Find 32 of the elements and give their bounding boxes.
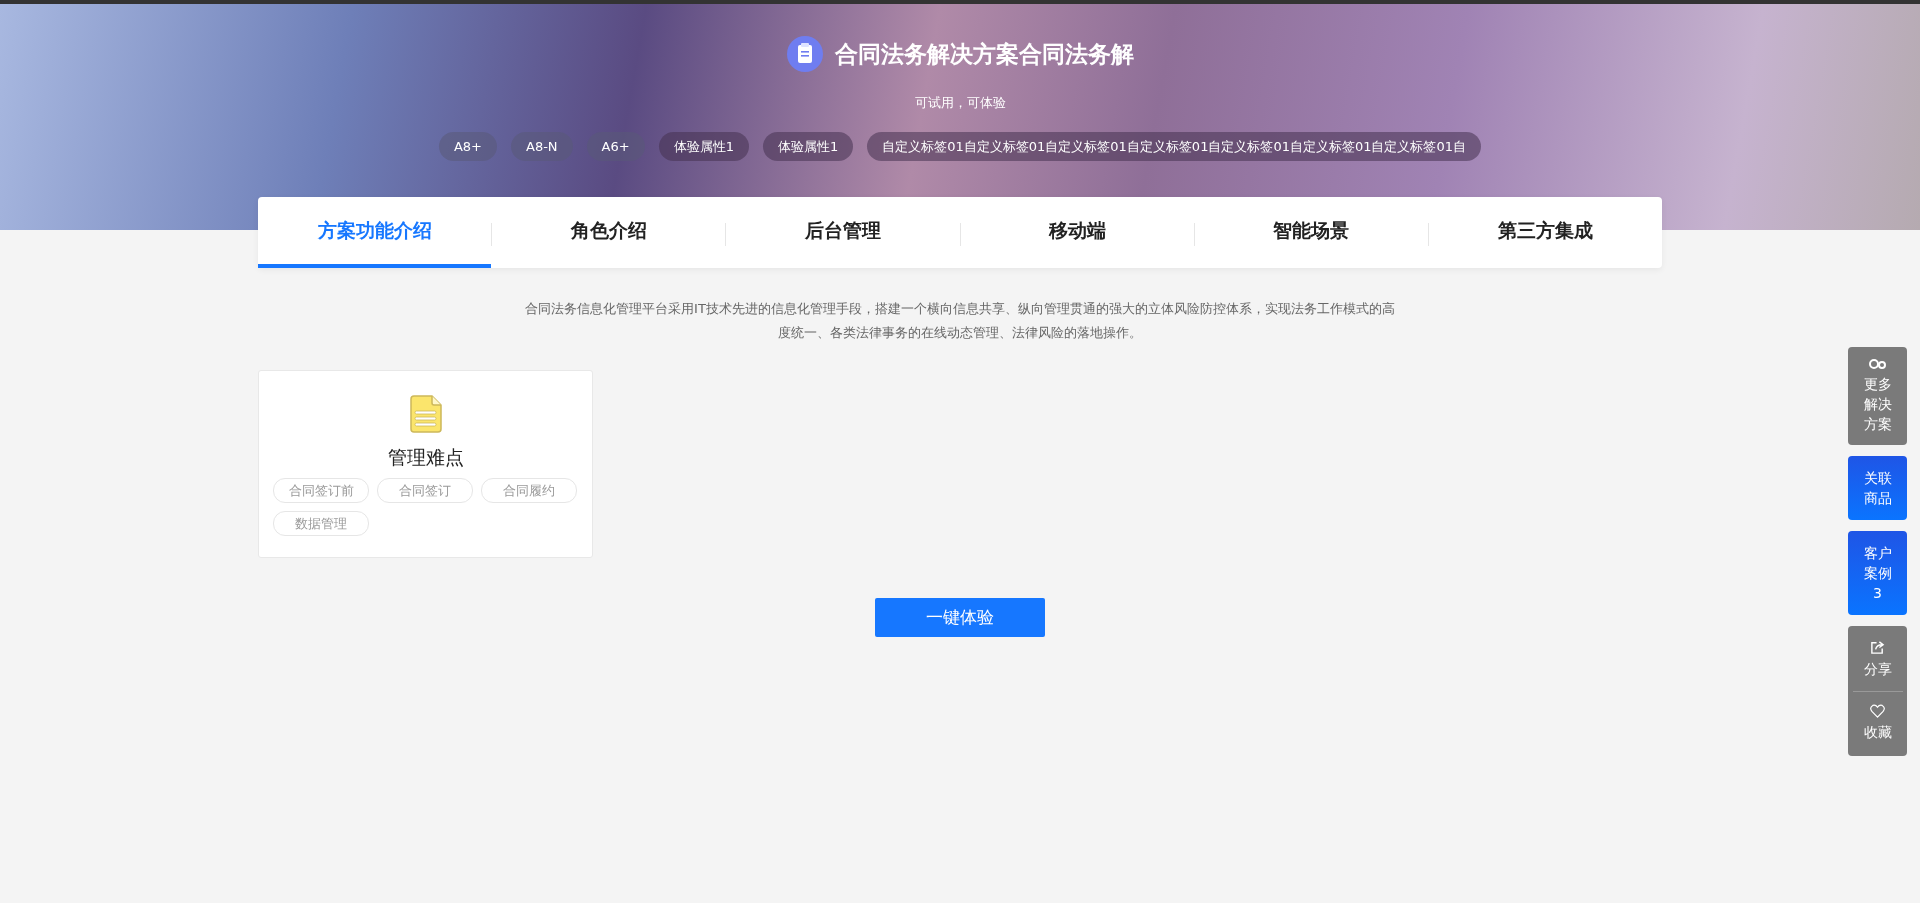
share-icon	[1870, 640, 1885, 655]
more-solutions-button[interactable]: 更多解决方案	[1848, 347, 1907, 445]
try-button[interactable]: 一键体验	[875, 598, 1045, 637]
infinity-icon	[1868, 358, 1887, 370]
solution-title: 合同法务解决方案合同法务解	[834, 39, 1134, 69]
tag: 体验属性1	[658, 132, 749, 161]
tab[interactable]: 角色介绍	[492, 197, 726, 268]
side-link-button[interactable]: 客户案例3	[1848, 531, 1907, 615]
topic-tag[interactable]: 合同履约	[481, 478, 577, 503]
card-title: 管理难点	[387, 445, 464, 470]
tag: 自定义标签01自定义标签01自定义标签01自定义标签01自定义标签01自定义标签01自定义标签01自	[867, 132, 1482, 161]
share-button[interactable]: 分享	[1863, 636, 1892, 683]
topic-tag[interactable]: 合同签订前	[273, 478, 369, 503]
tab[interactable]: 方案功能介绍	[258, 197, 492, 268]
clipboard-icon	[786, 36, 823, 72]
side-link-button[interactable]: 关联商品	[1848, 456, 1907, 520]
tab[interactable]: 智能场景	[1194, 197, 1428, 268]
tag: A8+	[438, 132, 497, 161]
tab[interactable]: 移动端	[960, 197, 1194, 268]
subtitle: 可试用，可体验	[914, 94, 1006, 112]
button-label: 更多解决方案	[1863, 375, 1892, 434]
tag: A8-N	[511, 132, 573, 161]
heart-icon	[1870, 704, 1885, 718]
tag: 体验属性1	[762, 132, 854, 161]
topic-tag[interactable]: 合同签订	[377, 478, 473, 503]
tab[interactable]: 后台管理	[726, 197, 960, 268]
favorite-button[interactable]: 收藏	[1863, 700, 1892, 746]
tab[interactable]: 第三方集成	[1428, 197, 1663, 268]
description: 合同法务信息化管理平台采用IT技术先进的信息化管理手段，搭建一个横向信息共享、纵向管理贯通的强大的立体风险防控体系，实现法务工作模式的高度统一、各类法律事务的在线动态管理、法律风险的落地操作。	[524, 300, 1396, 342]
tag: A6+	[586, 132, 645, 161]
document-icon	[409, 395, 442, 433]
topic-tag[interactable]: 数据管理	[273, 511, 369, 536]
